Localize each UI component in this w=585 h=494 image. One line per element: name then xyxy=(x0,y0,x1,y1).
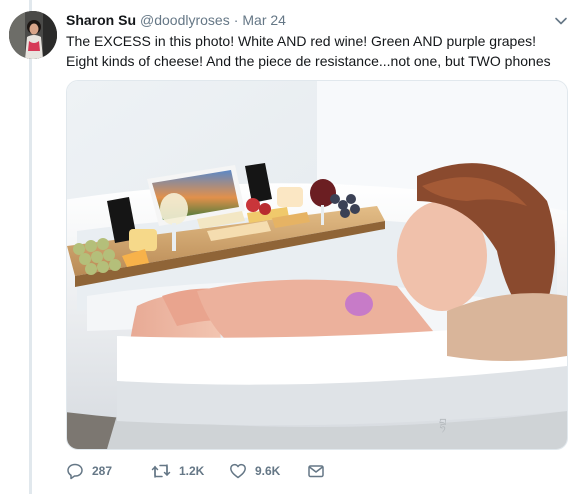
thread-line xyxy=(29,0,32,494)
retweet-icon xyxy=(151,462,171,480)
heart-icon xyxy=(229,462,247,480)
like-count: 9.6K xyxy=(255,464,281,478)
tweet-header: Sharon Su @doodlyroses · Mar 24 xyxy=(66,11,286,29)
author-handle[interactable]: @doodlyroses xyxy=(140,12,230,28)
tweet-text: The EXCESS in this photo! White AND red … xyxy=(66,31,576,71)
chevron-down-icon[interactable] xyxy=(553,13,569,29)
envelope-icon xyxy=(307,462,325,480)
bathtub-photo: བྷ xyxy=(67,81,567,449)
tweet-text-line: Eight kinds of cheese! And the piece de … xyxy=(66,53,551,69)
author-display-name[interactable]: Sharon Su xyxy=(66,12,136,28)
tweet-actions: 287 1.2K 9.6K xyxy=(66,460,325,482)
retweet-button[interactable]: 1.2K xyxy=(151,462,229,480)
retweet-count: 1.2K xyxy=(179,464,205,478)
direct-message-button[interactable] xyxy=(307,462,325,480)
like-button[interactable]: 9.6K xyxy=(229,462,307,480)
avatar[interactable] xyxy=(9,11,57,59)
tweet-card: Sharon Su @doodlyroses · Mar 24 The EXCE… xyxy=(0,0,585,494)
tweet-photo[interactable]: བྷ xyxy=(66,80,568,450)
reply-count: 287 xyxy=(92,464,113,478)
avatar-photo xyxy=(9,11,57,59)
tweet-date[interactable]: Mar 24 xyxy=(242,12,286,28)
separator-dot: · xyxy=(233,12,239,28)
tweet-text-line: The EXCESS in this photo! White AND red … xyxy=(66,33,537,49)
reply-button[interactable]: 287 xyxy=(66,462,151,480)
reply-icon xyxy=(66,462,84,480)
